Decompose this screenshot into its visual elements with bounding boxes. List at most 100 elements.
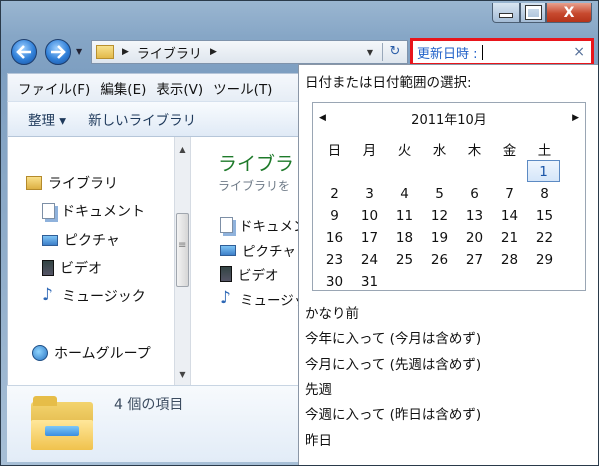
maximize-button[interactable] [520, 3, 546, 23]
scroll-up-icon[interactable]: ▲ [175, 145, 190, 154]
calendar-day[interactable]: 2 [317, 183, 352, 205]
scroll-down-icon[interactable]: ▼ [175, 370, 190, 379]
address-dropdown-icon[interactable]: ▼ [367, 48, 373, 57]
calendar-day[interactable]: 12 [422, 205, 457, 227]
next-month-icon[interactable]: ▶ [572, 113, 579, 123]
details-pane: 4 個の項目 [7, 385, 303, 462]
calendar-day[interactable]: 9 [317, 205, 352, 227]
organize-button[interactable]: 整理 ▾ [28, 109, 66, 129]
date-preset-earlier-this-week[interactable]: 今週に入って (昨日は含めず) [305, 403, 481, 423]
calendar-day[interactable]: 14 [492, 205, 527, 227]
menu-view[interactable]: 表示(V) [156, 78, 203, 98]
tree-scrollbar[interactable]: ▲ ≡ ▼ [174, 137, 191, 385]
calendar-day[interactable]: 22 [527, 227, 562, 249]
list-item-label: ミュージック [240, 293, 304, 309]
tree-item-pictures[interactable]: ピクチャ [42, 230, 120, 250]
calendar: ◀ 2011年10月 ▶ 日月火水木金土 1 2 3 4 5 6 7 8 9 10 11 12 13 14 1… [312, 102, 586, 291]
weekday-header: 火 [397, 143, 412, 159]
date-preset-long-ago[interactable]: かなり前 [305, 302, 359, 322]
library-description: ライブラリを [218, 179, 291, 193]
calendar-day[interactable]: 18 [387, 227, 422, 249]
history-dropdown-icon[interactable]: ▼ [76, 47, 82, 56]
address-bar[interactable]: ▶ ライブラリ ▶ ▼ [91, 40, 408, 64]
weekday-header: 土 [537, 143, 552, 159]
calendar-day[interactable]: 8 [527, 183, 562, 205]
weekday-header: 月 [362, 143, 377, 159]
breadcrumb-separator-icon[interactable]: ▶ [122, 47, 129, 57]
calendar-day[interactable]: 30 [317, 271, 352, 293]
calendar-day[interactable]: 21 [492, 227, 527, 249]
thumb-grip-icon: ≡ [178, 240, 187, 251]
navigation-bar: ▼ ▶ ライブラリ ▶ ▼ ↻ 更新日時 : × [1, 37, 598, 67]
calendar-day[interactable]: 15 [527, 205, 562, 227]
item-count: 4 個の項目 [114, 397, 184, 413]
calendar-day[interactable]: 27 [457, 249, 492, 271]
calendar-day[interactable]: 25 [387, 249, 422, 271]
date-preset-earlier-this-year[interactable]: 今年に入って (今月は含めず) [305, 327, 481, 347]
date-preset-yesterday[interactable]: 昨日 [305, 429, 332, 449]
forward-arrow-icon [51, 45, 66, 59]
tree-item-libraries[interactable]: ライブラリ [26, 173, 118, 193]
tree-item-videos[interactable]: ビデオ [42, 258, 102, 278]
documents-icon [42, 203, 55, 219]
navigation-tree: ライブラリ ドキュメント ピクチャ ビデオ ミュージック ホームグループ [8, 137, 173, 385]
calendar-day[interactable]: 28 [492, 249, 527, 271]
weekday-header: 水 [432, 143, 447, 159]
back-arrow-icon [16, 45, 31, 59]
calendar-day[interactable]: 3 [352, 183, 387, 205]
main-pane: ライブラリ ドキュメント ピクチャ ビデオ ミュージック ホームグループ [7, 137, 304, 385]
calendar-month-label[interactable]: 2011年10月 [313, 109, 585, 128]
menu-tools[interactable]: ツール(T) [213, 78, 272, 98]
date-preset-earlier-this-month[interactable]: 今月に入って (先週は含めず) [305, 353, 481, 373]
list-item[interactable]: ピクチャ [220, 240, 296, 260]
calendar-day[interactable]: 7 [492, 183, 527, 205]
forward-button[interactable] [45, 39, 71, 65]
breadcrumb-separator-icon[interactable]: ▶ [210, 47, 217, 57]
list-item[interactable]: ドキュメント [220, 215, 304, 235]
tree-label: ミュージック [62, 289, 146, 305]
tree-label: ビデオ [60, 261, 102, 277]
calendar-day[interactable]: 11 [387, 205, 422, 227]
tree-item-music[interactable]: ミュージック [42, 285, 146, 306]
refresh-button[interactable]: ↻ [382, 43, 407, 61]
calendar-day[interactable]: 13 [457, 205, 492, 227]
calendar-day[interactable]: 1 [527, 160, 560, 182]
list-item[interactable]: ミュージック [220, 288, 304, 309]
calendar-day[interactable]: 23 [317, 249, 352, 271]
menu-file[interactable]: ファイル(F) [18, 78, 90, 98]
explorer-window: X ▼ ▶ ライブラリ ▶ ▼ ↻ 更新日時 : × ファイル(F) 編集(E)… [0, 0, 599, 466]
tree-item-homegroup[interactable]: ホームグループ [32, 343, 151, 363]
calendar-day[interactable]: 17 [352, 227, 387, 249]
tree-item-documents[interactable]: ドキュメント [42, 201, 145, 221]
search-box[interactable]: 更新日時 : × [410, 38, 594, 66]
calendar-day[interactable]: 4 [387, 183, 422, 205]
calendar-day[interactable]: 16 [317, 227, 352, 249]
maximize-icon [524, 5, 542, 20]
menu-edit[interactable]: 編集(E) [100, 78, 146, 98]
pictures-icon [42, 234, 58, 246]
calendar-day[interactable]: 19 [422, 227, 457, 249]
library-folder-icon [96, 45, 114, 59]
new-library-button[interactable]: 新しいライブラリ [88, 109, 196, 129]
calendar-day[interactable]: 10 [352, 205, 387, 227]
date-preset-last-week[interactable]: 先週 [305, 378, 332, 398]
library-heading: ライブラリ [218, 153, 304, 175]
list-item[interactable]: ビデオ [220, 264, 279, 284]
calendar-day[interactable]: 31 [352, 271, 387, 293]
calendar-day[interactable]: 6 [457, 183, 492, 205]
clear-search-icon[interactable]: × [573, 44, 585, 60]
minimize-button[interactable] [492, 3, 520, 23]
calendar-day[interactable]: 26 [422, 249, 457, 271]
tree-label: ピクチャ [64, 233, 120, 249]
back-button[interactable] [11, 39, 37, 65]
caption-buttons: X [492, 3, 592, 25]
list-item-label: ドキュメント [239, 219, 304, 235]
calendar-day[interactable]: 24 [352, 249, 387, 271]
calendar-day[interactable]: 29 [527, 249, 562, 271]
weekday-header: 日 [327, 143, 342, 159]
close-button[interactable]: X [546, 3, 592, 23]
calendar-day[interactable]: 20 [457, 227, 492, 249]
calendar-day[interactable]: 5 [422, 183, 457, 205]
breadcrumb-libraries[interactable]: ライブラリ [137, 43, 202, 62]
videos-icon [220, 266, 232, 282]
